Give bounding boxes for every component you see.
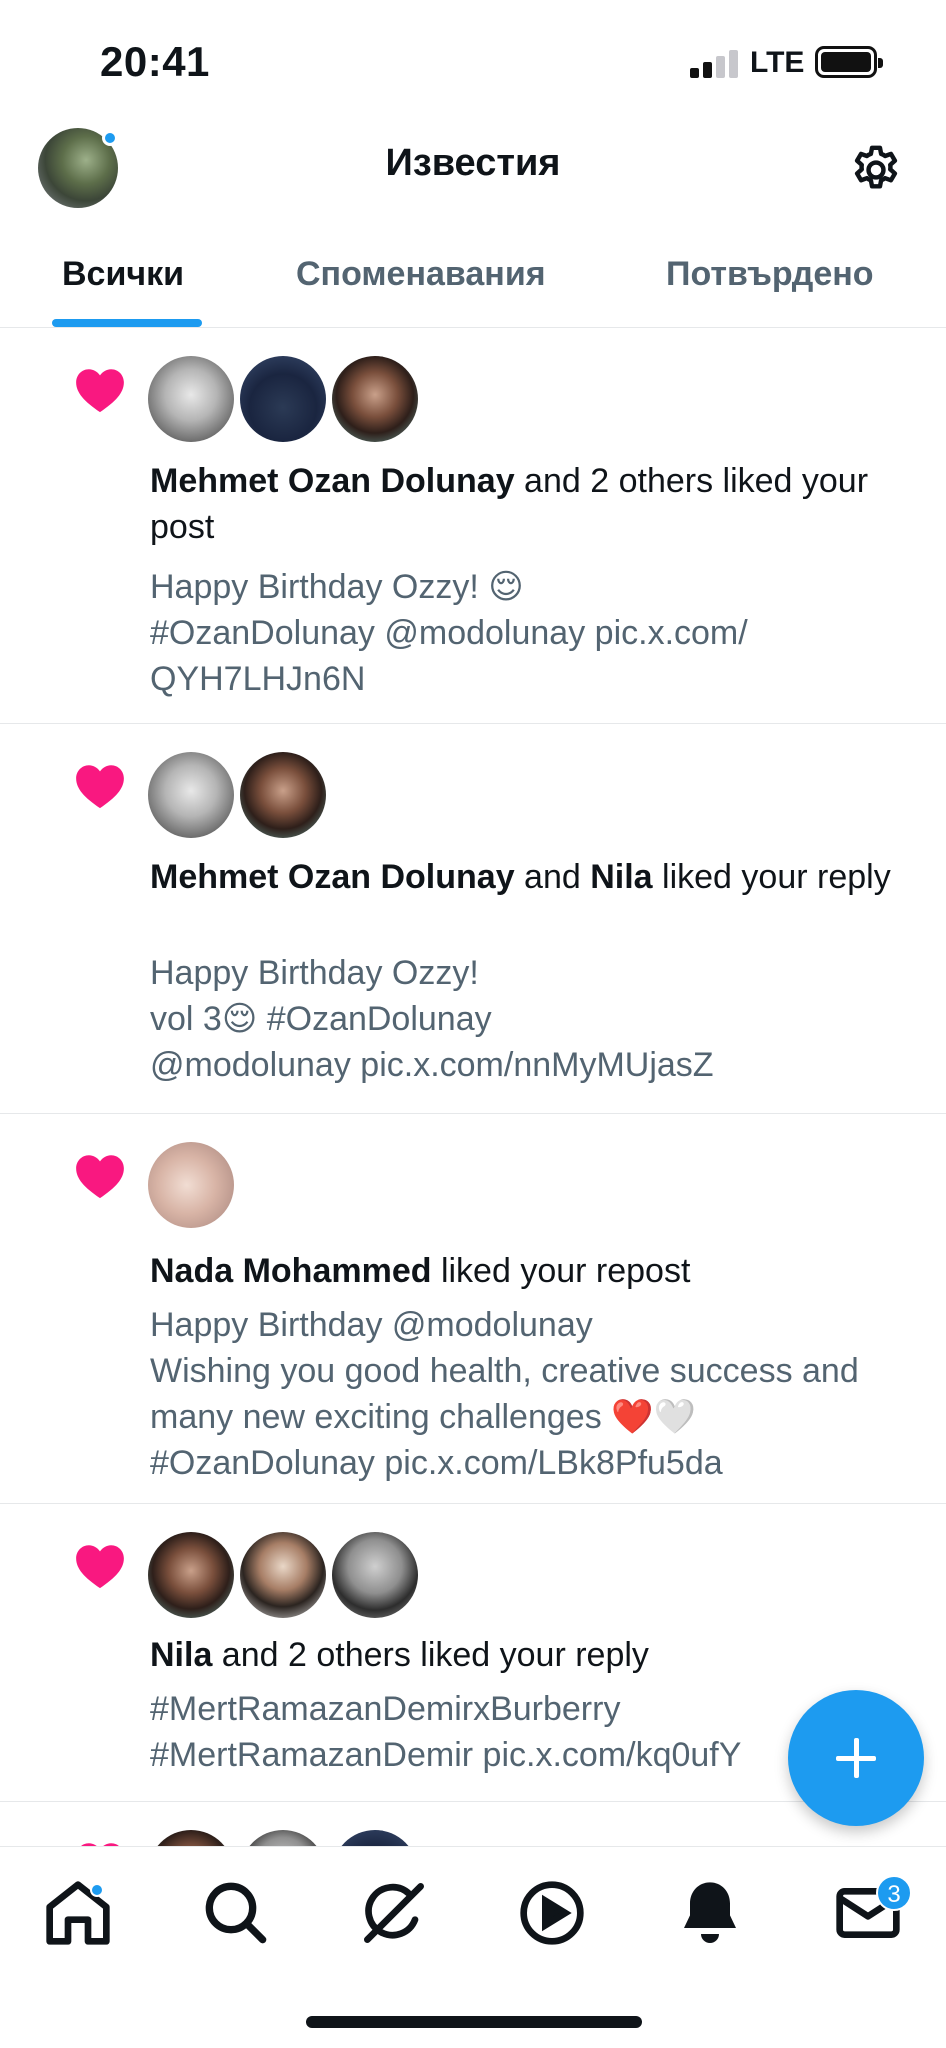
post-preview: Happy Birthday Ozzy! vol 3😌 #OzanDolunay…: [150, 954, 714, 1084]
actor-name[interactable]: Nila: [590, 858, 652, 896]
notification-text: Mehmet Ozan Dolunay and Nila liked your …: [150, 858, 891, 896]
heart-icon: [76, 765, 124, 809]
actor-name[interactable]: Nada Mohammed: [150, 1252, 432, 1290]
actor-name[interactable]: Mehmet Ozan Dolunay: [150, 462, 515, 500]
search-icon[interactable]: [196, 1873, 276, 1953]
notification-item[interactable]: Mehmet Ozan Dolunay and 2 others liked y…: [0, 328, 946, 724]
notification-tabs: Всички Споменавания Потвърдено: [0, 235, 946, 328]
avatar[interactable]: [148, 1142, 234, 1228]
tab-verified[interactable]: Потвърдено: [666, 255, 874, 294]
actor-name[interactable]: Mehmet Ozan Dolunay: [150, 858, 515, 896]
status-time: 20:41: [100, 38, 210, 85]
page-title: Известия: [385, 142, 561, 184]
avatar[interactable]: [148, 752, 234, 838]
signal-icon: [690, 48, 740, 78]
compose-button[interactable]: [788, 1690, 924, 1826]
play-icon[interactable]: [512, 1873, 592, 1953]
home-indicator: [306, 2016, 642, 2028]
bell-icon[interactable]: [670, 1873, 750, 1953]
avatar[interactable]: [332, 1532, 418, 1618]
notification-item[interactable]: Mehmet Ozan Dolunay and Nila liked your …: [0, 724, 946, 1114]
active-tab-indicator: [52, 319, 202, 327]
actor-name[interactable]: Nila: [150, 1636, 212, 1674]
tab-all[interactable]: Всички: [62, 255, 184, 294]
avatar[interactable]: [148, 356, 234, 442]
heart-icon: [76, 369, 124, 413]
gear-icon[interactable]: [848, 142, 904, 198]
heart-icon: [76, 1155, 124, 1199]
avatar[interactable]: [332, 356, 418, 442]
tab-mentions[interactable]: Споменавания: [296, 255, 546, 294]
notification-item[interactable]: Nada Mohammed liked your repost Happy Bi…: [0, 1114, 946, 1504]
avatar[interactable]: [148, 1532, 234, 1618]
top-header: Известия: [0, 120, 946, 220]
notification-text: Nada Mohammed liked your repost: [150, 1252, 691, 1290]
notifications-feed[interactable]: Mehmet Ozan Dolunay and 2 others liked y…: [0, 328, 946, 1862]
post-preview: Happy Birthday @modolunay Wishing you go…: [150, 1306, 859, 1482]
avatar[interactable]: [240, 752, 326, 838]
home-icon[interactable]: [38, 1873, 118, 1953]
battery-icon: [815, 46, 883, 78]
notification-text: Mehmet Ozan Dolunay and 2 others liked y…: [150, 462, 869, 546]
network-type: LTE: [750, 46, 805, 79]
grok-icon[interactable]: [354, 1873, 434, 1953]
avatar[interactable]: [240, 1532, 326, 1618]
avatar[interactable]: [240, 356, 326, 442]
unread-dot: [90, 1883, 104, 1897]
messages-badge: 3: [876, 1875, 912, 1911]
mail-icon[interactable]: 3: [828, 1873, 912, 1953]
post-preview: Happy Birthday Ozzy! 😌 #OzanDolunay @mod…: [150, 568, 748, 698]
notification-text: Nila and 2 others liked your reply: [150, 1636, 649, 1674]
heart-icon: [76, 1545, 124, 1589]
status-bar: 20:41 LTE: [0, 0, 946, 120]
